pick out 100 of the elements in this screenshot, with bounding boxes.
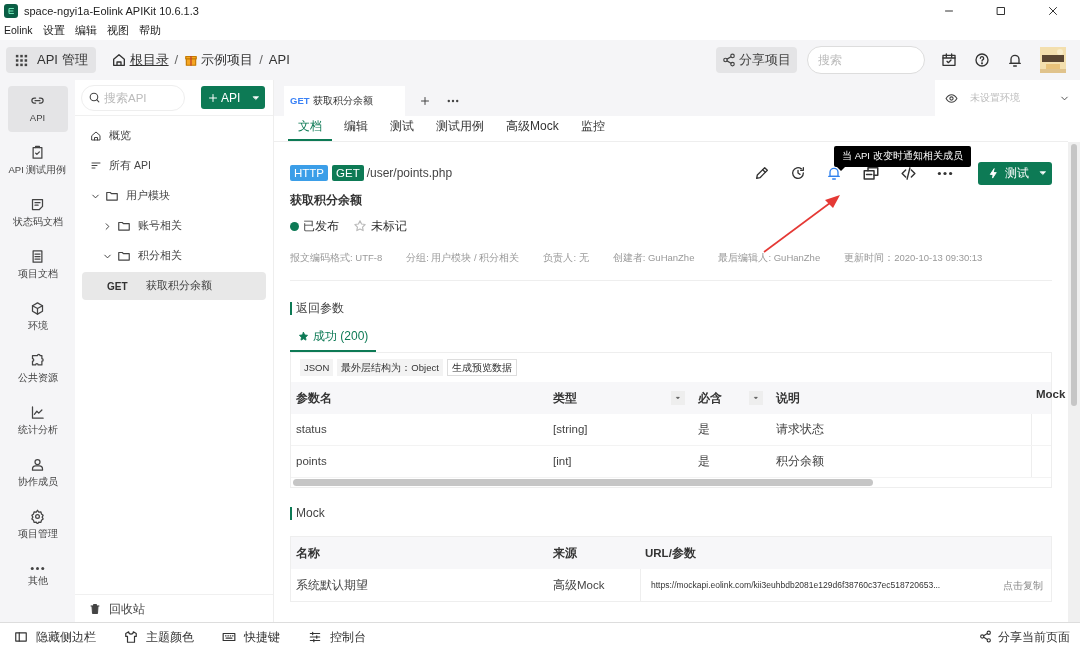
table-cell-text: 是 xyxy=(698,454,710,470)
column-header: 参数名 xyxy=(296,390,332,406)
bell-icon[interactable] xyxy=(826,165,842,181)
bell-icon[interactable] xyxy=(1007,52,1023,68)
doc-tab[interactable]: 测试 xyxy=(380,117,424,141)
meta-text: 更新时间：2020-10-13 09:30:13 xyxy=(844,251,983,265)
nav-rail-item[interactable]: 项目管理 xyxy=(7,502,68,548)
window-title: space-ngyi1a-Eolink APIKit 10.6.1.3 xyxy=(24,3,199,19)
nav-rail-item[interactable]: 协作成员 xyxy=(7,450,68,496)
tree-item[interactable]: GET 获取积分余额 xyxy=(82,272,266,300)
breadcrumb-link[interactable]: API xyxy=(268,50,290,70)
table-cell: 高级Mock xyxy=(553,578,605,591)
share-icon xyxy=(722,53,736,67)
nav-rail-item[interactable]: API 测试用例 xyxy=(7,138,68,184)
tree-item[interactable]: 用户模块 xyxy=(82,182,266,210)
search-icon xyxy=(88,90,101,104)
more-icon[interactable] xyxy=(937,170,953,176)
search-field[interactable]: 搜索 xyxy=(807,46,925,74)
grid-icon xyxy=(14,52,29,68)
doc-tab[interactable]: 高级Mock xyxy=(496,117,569,141)
share-project-button[interactable]: 分享项目 xyxy=(716,47,797,73)
api-name: 获取积分余额 xyxy=(290,192,363,209)
bottom-bar-button[interactable]: 隐藏侧边栏 xyxy=(14,627,96,646)
nav-rail-item[interactable]: API xyxy=(7,86,68,132)
folder-icon xyxy=(117,249,131,263)
code-icon[interactable] xyxy=(900,164,917,182)
open-api-tab[interactable]: GET 获取积分余额 xyxy=(284,86,405,116)
meta-text: 报文编码格式: UTF-8 xyxy=(290,251,383,265)
doc-tab[interactable]: 编辑 xyxy=(334,117,378,141)
share-page-button[interactable]: 分享当前页面 xyxy=(979,627,1070,646)
folder-icon xyxy=(117,219,131,233)
menu-item[interactable]: 视图 xyxy=(106,23,129,39)
status-label: 已发布 xyxy=(303,218,339,235)
history-icon[interactable] xyxy=(790,165,806,181)
nav-rail-item[interactable]: 项目文档 xyxy=(7,242,68,288)
menu-item[interactable]: 设置 xyxy=(42,23,65,39)
nav-rail-item[interactable]: 统计分析 xyxy=(7,398,68,444)
breadcrumb-link[interactable]: 示例项目 xyxy=(201,50,254,70)
breadcrumb-separator: / xyxy=(174,51,179,70)
section-title: Mock xyxy=(296,505,325,523)
copy-icon[interactable] xyxy=(862,164,880,182)
doc-tab[interactable]: 测试用例 xyxy=(426,117,494,141)
module-button[interactable]: API 管理 xyxy=(6,47,96,73)
meta-text: 负责人: 无 xyxy=(543,251,589,265)
tree-item[interactable]: 所有 API xyxy=(82,152,266,180)
gift-icon xyxy=(184,53,199,67)
add-api-button[interactable]: API xyxy=(201,86,265,109)
horizontal-scrollbar-thumb[interactable] xyxy=(293,479,873,487)
sort-dropdown-icon[interactable] xyxy=(671,391,685,406)
sort-dropdown-icon[interactable] xyxy=(749,391,763,406)
doc-tab[interactable]: 文档 xyxy=(288,117,332,141)
bottom-bar-button[interactable]: 控制台 xyxy=(308,627,366,646)
meta-text: 最后编辑人: GuHanZhe xyxy=(718,251,821,265)
star-icon[interactable] xyxy=(353,219,367,233)
tree-item[interactable]: 账号相关 xyxy=(82,212,266,240)
api-search-field[interactable]: 搜索API xyxy=(81,84,185,111)
doc-tab[interactable]: 监控 xyxy=(570,117,615,141)
menu-item[interactable]: 帮助 xyxy=(138,23,161,39)
caret-icon xyxy=(1038,168,1048,178)
maximize-icon[interactable] xyxy=(995,5,1007,17)
help-icon[interactable] xyxy=(974,52,990,68)
share-icon xyxy=(979,630,992,643)
breadcrumb-link[interactable]: 根目录 xyxy=(129,50,169,70)
calendar-check-icon[interactable] xyxy=(941,52,957,68)
puzzle-icon xyxy=(30,352,45,368)
column-header: Mock xyxy=(1036,387,1066,403)
column-header: 说明 xyxy=(776,390,800,406)
nav-rail-item[interactable]: 公共资源 xyxy=(7,346,68,392)
bottom-bar-button[interactable]: 主题颜色 xyxy=(124,627,194,646)
meta-text: 分组: 用户模块 / 积分相关 xyxy=(406,251,520,265)
menu-item[interactable]: 编辑 xyxy=(74,23,97,39)
tree-item[interactable]: 概览 xyxy=(82,122,266,150)
column-header: 必含 xyxy=(698,390,722,406)
response-tab[interactable]: 成功 (200) xyxy=(290,327,377,353)
copy-link[interactable]: 点击复制 xyxy=(1003,577,1043,593)
table-cell-text: [int] xyxy=(553,454,572,470)
bottom-bar-button[interactable]: 快捷键 xyxy=(222,627,280,646)
meta-text: 创建者: GuHanZhe xyxy=(612,251,695,265)
scrollbar-thumb[interactable] xyxy=(1071,144,1077,406)
pencil-icon[interactable] xyxy=(754,165,770,181)
method-tag: GET xyxy=(332,165,364,181)
tree-item[interactable]: 积分相关 xyxy=(82,242,266,270)
sliders-icon xyxy=(308,629,322,644)
table-cell-text: 是 xyxy=(698,422,710,438)
generate-preview-button[interactable]: 生成预览数据 xyxy=(446,359,517,377)
menu-item[interactable]: Eolink xyxy=(4,23,33,39)
document-icon xyxy=(30,248,45,264)
sidebar-icon xyxy=(14,629,28,644)
close-icon[interactable] xyxy=(1047,5,1059,17)
more-icon[interactable] xyxy=(447,99,459,103)
chart-icon xyxy=(30,404,45,420)
nav-rail-item[interactable]: 其他 xyxy=(7,554,68,600)
test-button[interactable]: 测试 xyxy=(978,161,1052,185)
nav-rail-item[interactable]: 状态码文档 xyxy=(7,190,68,236)
recycle-bin-item[interactable]: 回收站 xyxy=(75,594,273,622)
nav-rail-item[interactable]: 环境 xyxy=(7,294,68,340)
table-cell-text: points xyxy=(296,454,327,470)
plus-icon[interactable] xyxy=(419,95,431,107)
cube-icon xyxy=(30,300,45,316)
table-cell-text: status xyxy=(296,422,327,438)
